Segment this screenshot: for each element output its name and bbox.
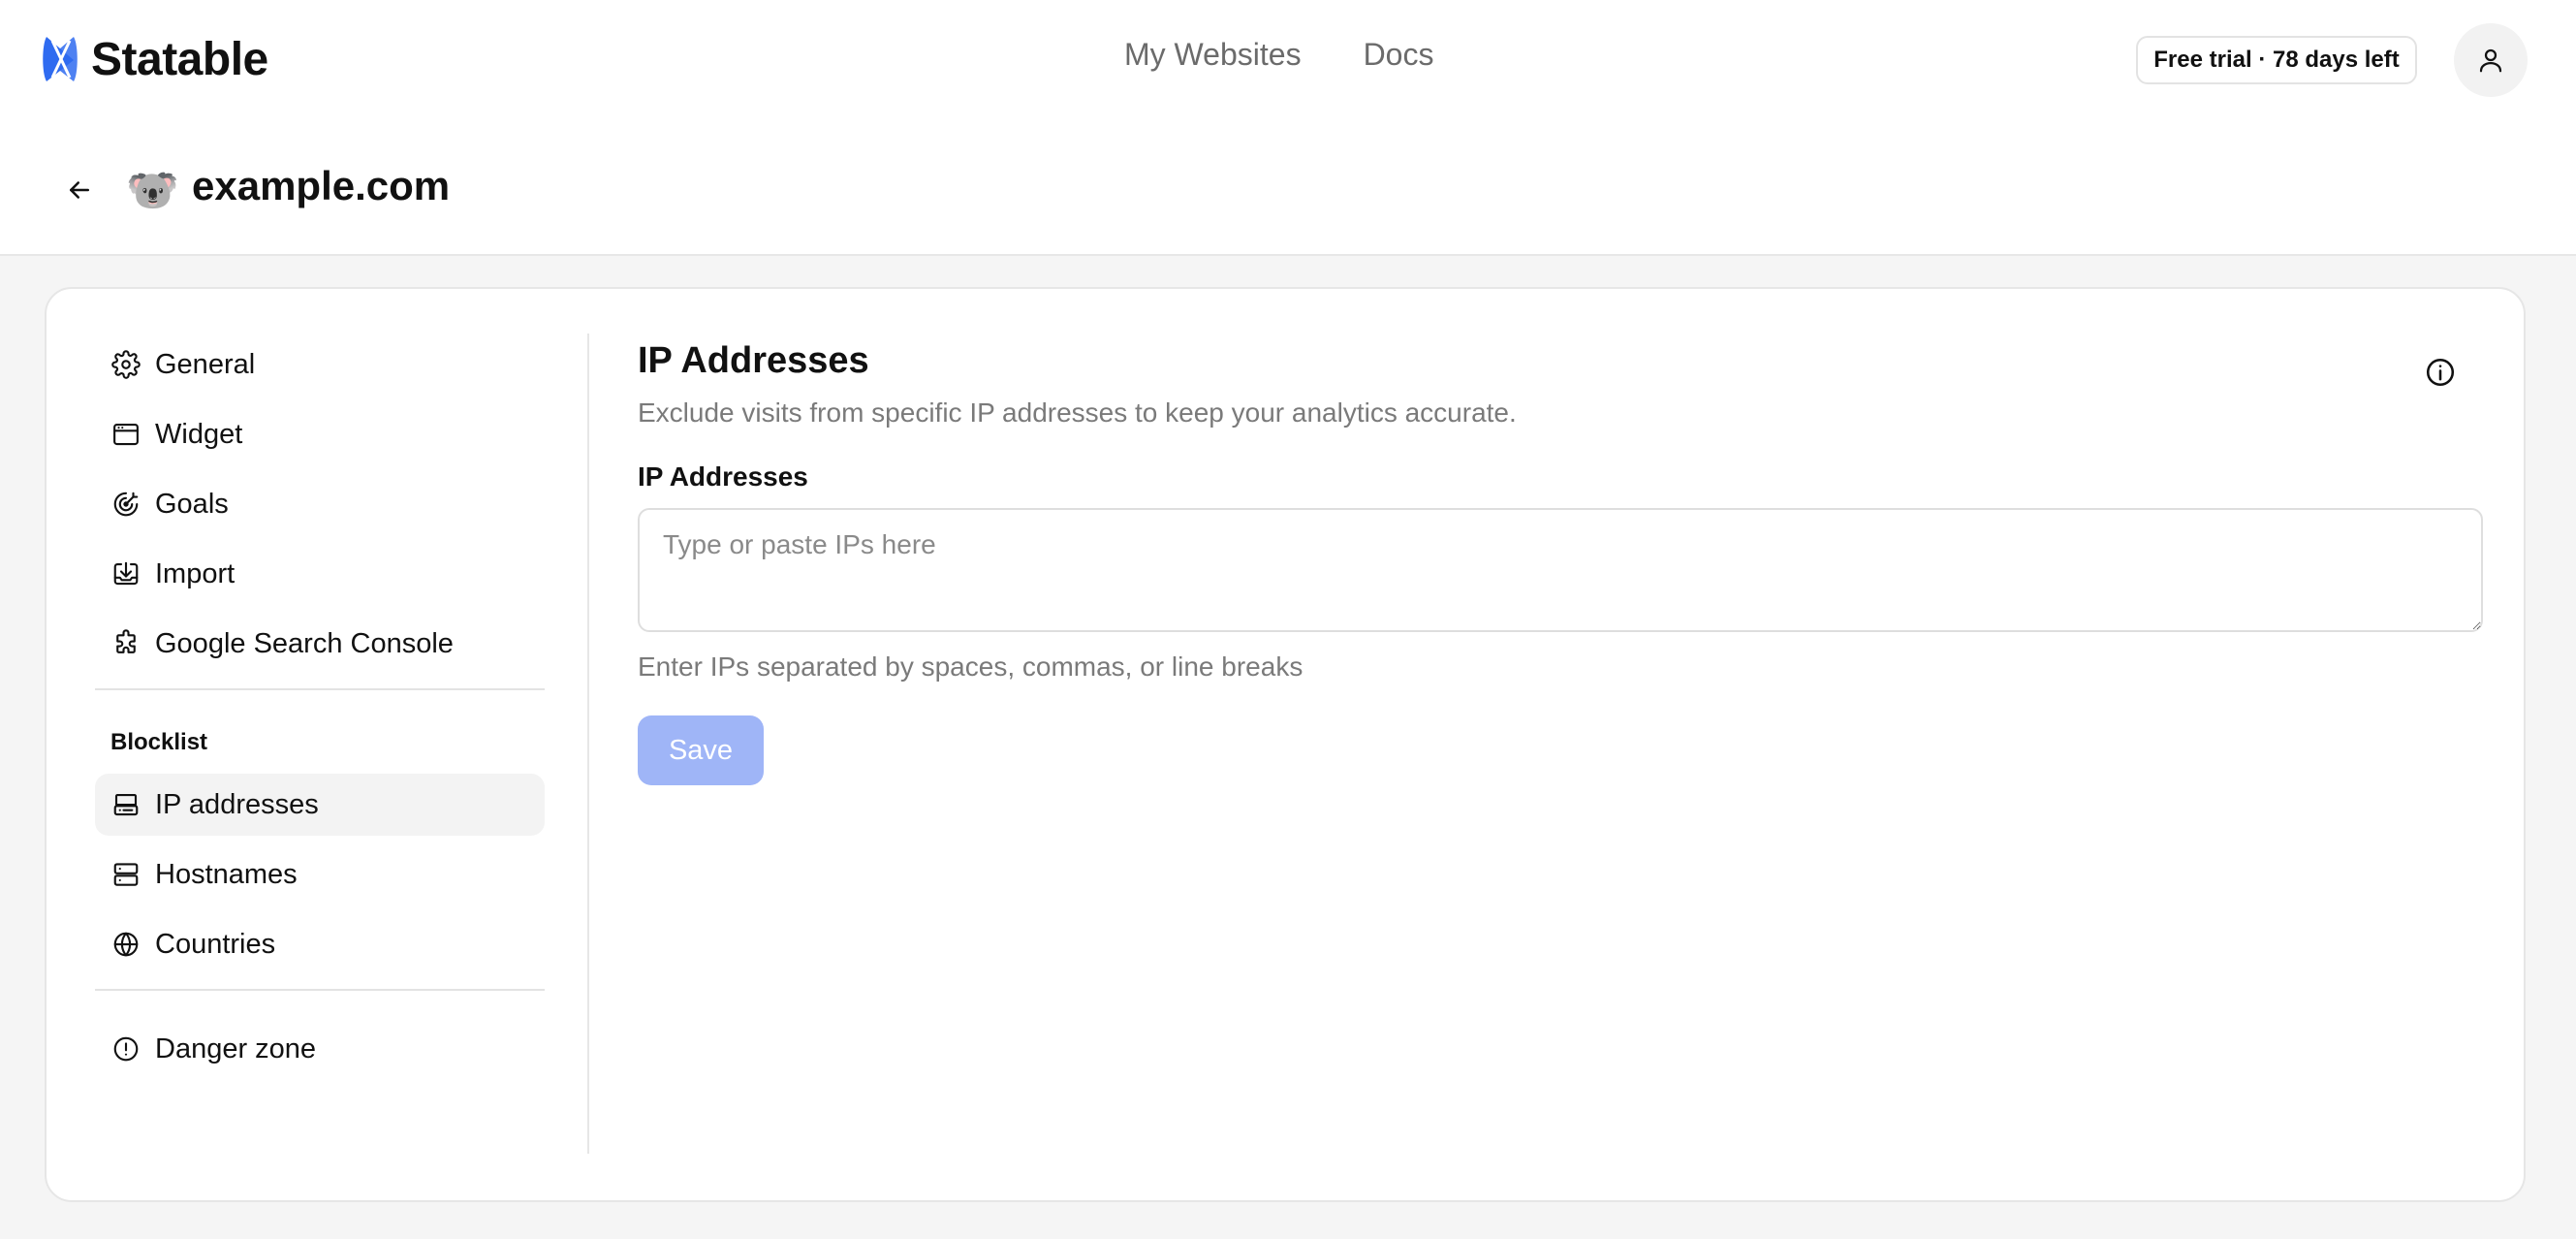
page-title: IP Addresses bbox=[638, 340, 869, 381]
save-button[interactable]: Save bbox=[638, 715, 764, 785]
site-title: example.com bbox=[192, 163, 451, 208]
puzzle-icon bbox=[109, 626, 143, 661]
back-button[interactable] bbox=[56, 167, 103, 213]
browser-window-icon bbox=[109, 417, 143, 452]
account-button[interactable] bbox=[2454, 23, 2528, 97]
ip-field-help: Enter IPs separated by spaces, commas, o… bbox=[638, 651, 1304, 682]
statable-logo-icon bbox=[43, 35, 78, 83]
server-icon bbox=[109, 857, 143, 892]
target-icon bbox=[109, 487, 143, 522]
sidebar-item-label: Hostnames bbox=[155, 858, 298, 890]
site-favicon: 🐨 bbox=[126, 167, 179, 214]
sidebar-item-widget[interactable]: Widget bbox=[95, 403, 545, 465]
nav-docs[interactable]: Docs bbox=[1364, 37, 1434, 73]
sidebar-item-danger-zone[interactable]: Danger zone bbox=[95, 1018, 545, 1080]
ip-server-icon bbox=[109, 787, 143, 822]
arrow-left-icon bbox=[65, 175, 94, 205]
sidebar-item-label: Widget bbox=[155, 418, 243, 450]
sidebar-item-label: IP addresses bbox=[155, 788, 319, 820]
sidebar-item-label: Countries bbox=[155, 928, 276, 960]
brand-name: Statable bbox=[91, 33, 268, 85]
brand-logo[interactable]: Statable bbox=[43, 29, 268, 89]
settings-sidebar: General Widget Goals Import Google Searc… bbox=[95, 334, 545, 1088]
settings-card: General Widget Goals Import Google Searc… bbox=[45, 287, 2526, 1202]
ip-field-label: IP Addresses bbox=[638, 461, 808, 492]
main-nav: My Websites Docs bbox=[1124, 37, 1433, 73]
user-icon bbox=[2476, 46, 2505, 75]
sidebar-item-hostnames[interactable]: Hostnames bbox=[95, 843, 545, 905]
sidebar-item-google-search-console[interactable]: Google Search Console bbox=[95, 613, 545, 675]
nav-my-websites[interactable]: My Websites bbox=[1124, 37, 1302, 73]
sidebar-item-label: General bbox=[155, 348, 256, 380]
sidebar-item-label: Danger zone bbox=[155, 1032, 317, 1064]
sidebar-item-label: Goals bbox=[155, 488, 229, 520]
sidebar-item-goals[interactable]: Goals bbox=[95, 473, 545, 535]
gear-icon bbox=[109, 347, 143, 382]
sidebar-item-import[interactable]: Import bbox=[95, 543, 545, 605]
ip-addresses-panel: IP Addresses Exclude visits from specifi… bbox=[638, 337, 2483, 785]
sidebar-item-countries[interactable]: Countries bbox=[95, 913, 545, 975]
sidebar-item-label: Import bbox=[155, 557, 236, 589]
site-header: 🐨 example.com bbox=[0, 118, 2576, 256]
info-button[interactable] bbox=[2421, 353, 2460, 392]
top-navbar: Statable My Websites Docs Free trial · 7… bbox=[0, 0, 2576, 118]
sidebar-divider bbox=[95, 688, 545, 690]
sidebar-divider bbox=[95, 989, 545, 991]
sidebar-vertical-divider bbox=[587, 334, 589, 1154]
import-tray-icon bbox=[109, 556, 143, 591]
blocklist-heading: Blocklist bbox=[110, 729, 208, 755]
sidebar-item-ip-addresses[interactable]: IP addresses bbox=[95, 774, 545, 836]
alert-circle-icon bbox=[109, 1032, 143, 1066]
globe-icon bbox=[109, 927, 143, 962]
sidebar-item-general[interactable]: General bbox=[95, 334, 545, 396]
ip-addresses-input[interactable] bbox=[638, 508, 2483, 632]
page-description: Exclude visits from specific IP addresse… bbox=[638, 397, 1517, 428]
info-icon bbox=[2424, 356, 2457, 389]
trial-badge[interactable]: Free trial · 78 days left bbox=[2136, 36, 2417, 84]
sidebar-item-label: Google Search Console bbox=[155, 627, 454, 659]
